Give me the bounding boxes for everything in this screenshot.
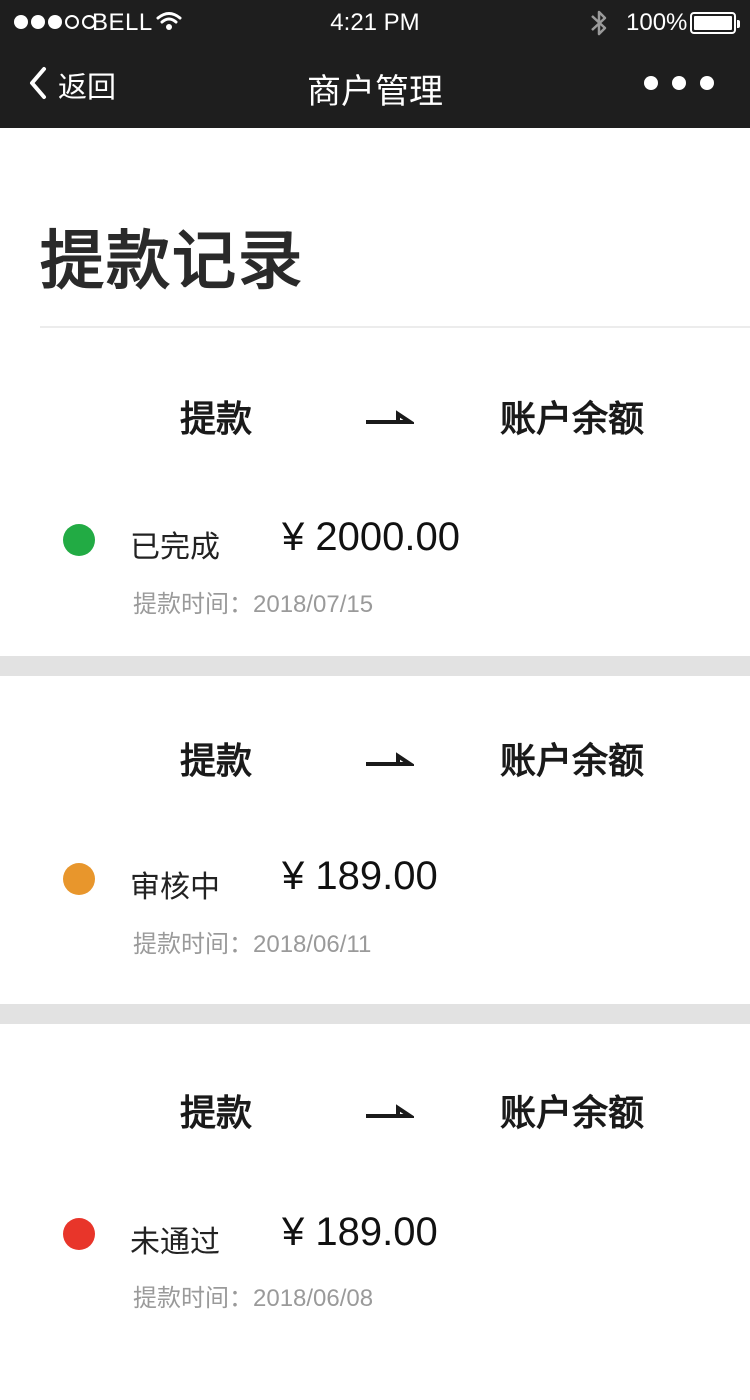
amount-value: ¥ 189.00 <box>282 1210 438 1254</box>
amount-value: ¥ 2000.00 <box>282 515 460 559</box>
withdrawal-record[interactable]: 提款 账户余额 已完成 ¥ 2000.00 提款时间：2018/07/15 <box>0 374 750 656</box>
more-dot <box>672 76 686 90</box>
flow-to-label: 账户余额 <box>500 398 645 439</box>
more-dot <box>700 76 714 90</box>
flow-from-label: 提款 <box>180 1092 253 1133</box>
back-label: 返回 <box>58 72 117 104</box>
battery-percent: 100% <box>626 9 688 36</box>
title-divider <box>40 326 750 328</box>
chevron-left-icon <box>28 65 48 106</box>
status-label: 未通过 <box>130 1226 220 1259</box>
flow-from-label: 提款 <box>180 740 253 781</box>
page-title: 提款记录 <box>40 225 304 297</box>
withdraw-time: 提款时间：2018/06/11 <box>133 931 372 958</box>
record-separator <box>0 656 750 676</box>
amount-value: ¥ 189.00 <box>282 854 438 898</box>
withdraw-time: 提款时间：2018/06/08 <box>133 1285 374 1312</box>
flow-to-label: 账户余额 <box>500 1092 645 1133</box>
signal-strength-icon <box>14 15 99 29</box>
status-indicator-icon <box>63 1218 95 1250</box>
navigation-bar: 返回 商户管理 <box>0 46 750 128</box>
more-dot <box>644 76 658 90</box>
record-flow: 提款 账户余额 <box>0 716 750 786</box>
bluetooth-icon <box>588 8 610 43</box>
withdraw-time: 提款时间：2018/07/15 <box>133 591 374 618</box>
arrow-right-icon <box>364 1098 417 1125</box>
withdrawal-record[interactable]: 提款 账户余额 审核中 ¥ 189.00 提款时间：2018/06/11 <box>0 676 750 1004</box>
flow-to-label: 账户余额 <box>500 740 645 781</box>
top-bar: BELL 4:21 PM 100% 返回 商户管理 <box>0 0 750 128</box>
status-bar: BELL 4:21 PM 100% <box>0 0 750 46</box>
back-button[interactable]: 返回 <box>28 64 116 106</box>
carrier-name: BELL <box>92 9 153 36</box>
flow-from-label: 提款 <box>180 398 253 439</box>
status-label: 审核中 <box>130 871 220 904</box>
record-flow: 提款 账户余额 <box>0 374 750 444</box>
withdrawal-record[interactable]: 提款 账户余额 未通过 ¥ 189.00 提款时间：2018/06/08 <box>0 1024 750 1400</box>
status-indicator-icon <box>63 524 95 556</box>
wifi-icon <box>156 10 182 37</box>
more-options-button[interactable] <box>644 76 728 90</box>
record-flow: 提款 账户余额 <box>0 1068 750 1138</box>
arrow-right-icon <box>364 404 417 431</box>
record-separator <box>0 1004 750 1024</box>
arrow-right-icon <box>364 746 417 773</box>
status-indicator-icon <box>63 863 95 895</box>
status-label: 已完成 <box>130 531 220 564</box>
battery-icon <box>690 12 740 34</box>
